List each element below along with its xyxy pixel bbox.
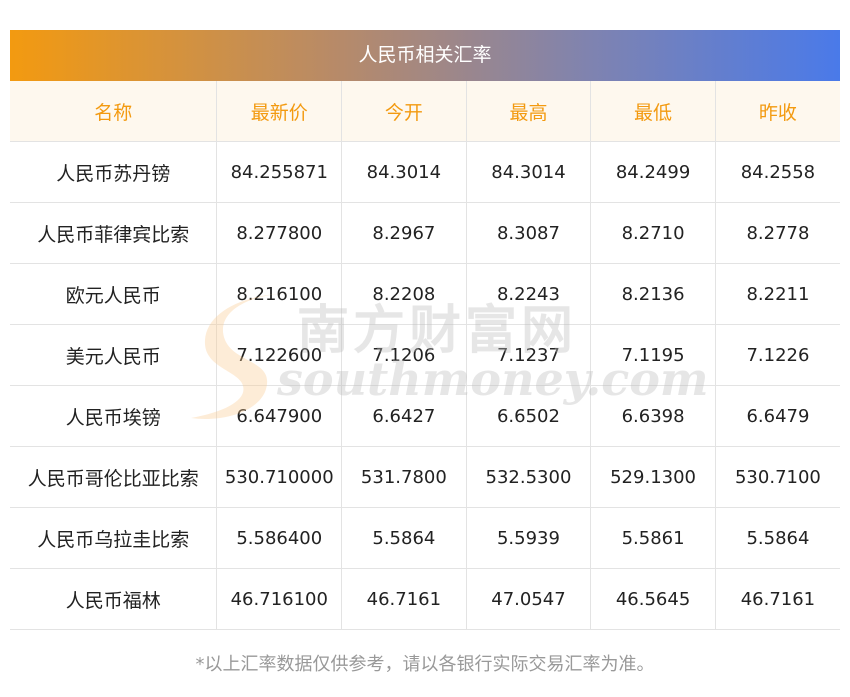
high-price-cell: 8.3087 [466, 202, 592, 264]
open-price-cell: 8.2967 [341, 202, 467, 264]
low-price-cell: 84.2499 [590, 141, 716, 203]
open-price-cell: 6.6427 [341, 385, 467, 447]
column-header-name: 名称 [10, 81, 218, 142]
table-row: 人民币菲律宾比索 8.277800 8.2967 8.3087 8.2710 8… [10, 202, 840, 264]
open-price-cell: 46.7161 [341, 568, 467, 630]
table-title: 人民币相关汇率 [10, 30, 840, 81]
currency-name-cell: 人民币哥伦比亚比索 [10, 446, 218, 508]
exchange-rate-card: 人民币相关汇率 名称 最新价 今开 最高 最低 昨收 人民币苏丹镑 84.255… [0, 0, 850, 697]
open-price-cell: 84.3014 [341, 141, 467, 203]
table-row: 人民币福林 46.716100 46.7161 47.0547 46.5645 … [10, 568, 840, 630]
table-row: 美元人民币 7.122600 7.1206 7.1237 7.1195 7.12… [10, 324, 840, 386]
high-price-cell: 84.3014 [466, 141, 592, 203]
disclaimer-note: *以上汇率数据仅供参考，请以各银行实际交易汇率为准。 [195, 654, 655, 675]
currency-name-cell: 欧元人民币 [10, 263, 218, 325]
column-header-low: 最低 [590, 81, 716, 142]
prev-close-cell: 84.2558 [715, 141, 840, 203]
table-row: 人民币乌拉圭比索 5.586400 5.5864 5.5939 5.5861 5… [10, 507, 840, 569]
low-price-cell: 529.1300 [590, 446, 716, 508]
low-price-cell: 5.5861 [590, 507, 716, 569]
latest-price-cell: 46.716100 [216, 568, 343, 630]
low-price-cell: 7.1195 [590, 324, 716, 386]
high-price-cell: 47.0547 [466, 568, 592, 630]
currency-name-cell: 人民币乌拉圭比索 [10, 507, 218, 569]
column-header-high: 最高 [466, 81, 592, 142]
prev-close-cell: 7.1226 [715, 324, 840, 386]
rate-table: 名称 最新价 今开 最高 最低 昨收 人民币苏丹镑 84.255871 84.3… [10, 81, 840, 630]
low-price-cell: 6.6398 [590, 385, 716, 447]
table-row: 欧元人民币 8.216100 8.2208 8.2243 8.2136 8.22… [10, 263, 840, 325]
latest-price-cell: 7.122600 [216, 324, 343, 386]
table-row: 人民币埃镑 6.647900 6.6427 6.6502 6.6398 6.64… [10, 385, 840, 447]
high-price-cell: 6.6502 [466, 385, 592, 447]
high-price-cell: 532.5300 [466, 446, 592, 508]
prev-close-cell: 8.2211 [715, 263, 840, 325]
prev-close-cell: 46.7161 [715, 568, 840, 630]
prev-close-cell: 530.7100 [715, 446, 840, 508]
currency-name-cell: 人民币福林 [10, 568, 218, 630]
currency-name-cell: 人民币埃镑 [10, 385, 218, 447]
column-header-latest: 最新价 [216, 81, 343, 142]
table-row: 人民币哥伦比亚比索 530.710000 531.7800 532.5300 5… [10, 446, 840, 508]
high-price-cell: 8.2243 [466, 263, 592, 325]
latest-price-cell: 6.647900 [216, 385, 343, 447]
open-price-cell: 7.1206 [341, 324, 467, 386]
low-price-cell: 8.2136 [590, 263, 716, 325]
open-price-cell: 531.7800 [341, 446, 467, 508]
currency-name-cell: 人民币苏丹镑 [10, 141, 218, 203]
prev-close-cell: 5.5864 [715, 507, 840, 569]
table-row: 人民币苏丹镑 84.255871 84.3014 84.3014 84.2499… [10, 141, 840, 203]
latest-price-cell: 5.586400 [216, 507, 343, 569]
low-price-cell: 46.5645 [590, 568, 716, 630]
latest-price-cell: 8.277800 [216, 202, 343, 264]
currency-name-cell: 人民币菲律宾比索 [10, 202, 218, 264]
open-price-cell: 5.5864 [341, 507, 467, 569]
open-price-cell: 8.2208 [341, 263, 467, 325]
high-price-cell: 7.1237 [466, 324, 592, 386]
high-price-cell: 5.5939 [466, 507, 592, 569]
latest-price-cell: 530.710000 [216, 446, 343, 508]
table-header-row: 名称 最新价 今开 最高 最低 昨收 [10, 81, 840, 142]
currency-name-cell: 美元人民币 [10, 324, 218, 386]
column-header-open: 今开 [341, 81, 467, 142]
prev-close-cell: 6.6479 [715, 385, 840, 447]
column-header-prev-close: 昨收 [715, 81, 840, 142]
low-price-cell: 8.2710 [590, 202, 716, 264]
latest-price-cell: 8.216100 [216, 263, 343, 325]
prev-close-cell: 8.2778 [715, 202, 840, 264]
latest-price-cell: 84.255871 [216, 141, 343, 203]
